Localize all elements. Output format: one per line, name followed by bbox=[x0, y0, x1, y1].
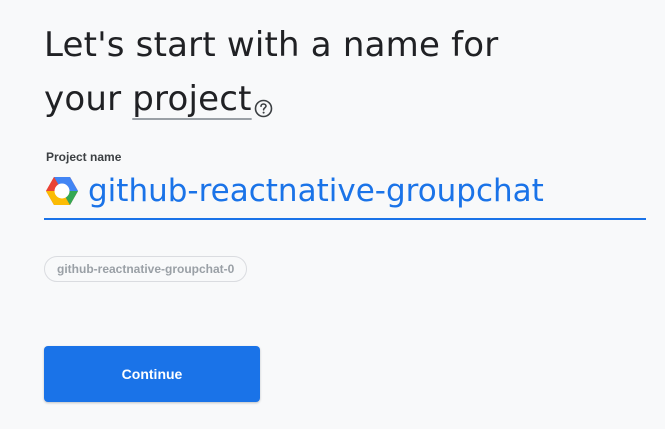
project-term-link[interactable]: project bbox=[132, 79, 251, 119]
project-id-chip[interactable]: github-reactnative-groupchat-0 bbox=[44, 256, 248, 282]
google-cloud-logo-icon bbox=[45, 175, 79, 207]
create-project-page: Let's start with a name for your project… bbox=[0, 0, 665, 429]
project-name-input[interactable] bbox=[88, 166, 644, 216]
help-circle-icon[interactable] bbox=[254, 80, 273, 118]
page-title-line2-prefix: your bbox=[44, 79, 133, 119]
project-name-label: Project name bbox=[46, 150, 122, 164]
continue-button[interactable]: Continue bbox=[44, 346, 260, 402]
project-name-field[interactable] bbox=[44, 166, 646, 220]
page-title-line1: Let's start with a name for bbox=[44, 25, 499, 65]
page-title: Let's start with a name for your project bbox=[44, 18, 498, 126]
